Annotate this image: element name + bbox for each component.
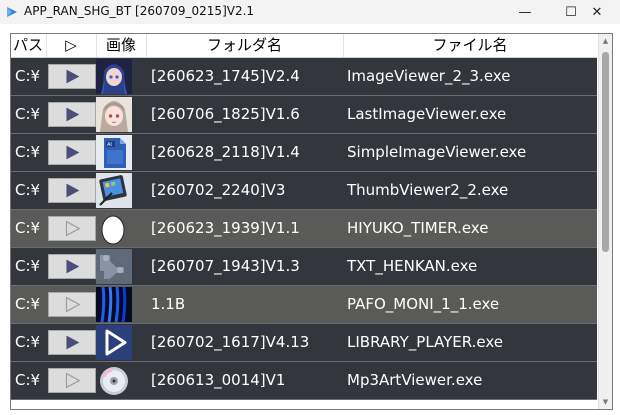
folder-name-cell: [260707_1943]V1.3 bbox=[151, 257, 300, 275]
scroll-down-arrow-icon[interactable]: ▼ bbox=[599, 395, 612, 409]
folder-name-cell: [260628_2118]V1.4 bbox=[151, 143, 300, 161]
column-header-play[interactable]: ▷ bbox=[46, 34, 97, 57]
table-row[interactable]: C:¥ [260702_2240]V3 ThumbViewer2_2.exe bbox=[11, 172, 597, 210]
path-cell: C:¥ bbox=[15, 219, 41, 237]
close-icon: ✕ bbox=[591, 4, 603, 20]
path-cell: C:¥ bbox=[15, 295, 41, 313]
play-button[interactable] bbox=[48, 178, 96, 203]
list-header: パス ▷ 画像 フォルダ名 ファイル名 bbox=[11, 34, 597, 58]
path-cell: C:¥ bbox=[15, 257, 41, 275]
scrollbar-thumb[interactable] bbox=[602, 52, 609, 252]
folder-name-cell: [260613_0014]V1 bbox=[151, 371, 286, 389]
table-row[interactable]: C:¥ [260706_1825]V1.6 LastImageViewer.exe bbox=[11, 96, 597, 134]
svg-text:AI: AI bbox=[107, 142, 112, 148]
anime-girl-blue-icon bbox=[96, 59, 132, 94]
file-name-cell: ImageViewer_2_3.exe bbox=[347, 67, 511, 85]
play-button[interactable] bbox=[48, 330, 96, 355]
folder-name-cell: [260623_1939]V1.1 bbox=[151, 219, 300, 237]
vertical-scrollbar[interactable]: ▲ ▼ bbox=[598, 34, 612, 409]
minimize-icon: — bbox=[518, 4, 532, 20]
play-button[interactable] bbox=[48, 216, 96, 241]
text-convert-icon bbox=[96, 249, 132, 284]
play-icon bbox=[65, 296, 81, 313]
file-name-cell: HIYUKO_TIMER.exe bbox=[347, 219, 489, 237]
app-list-view[interactable]: パス ▷ 画像 フォルダ名 ファイル名 C:¥ [260623_1745]V2.4… bbox=[10, 33, 613, 410]
play-icon bbox=[66, 183, 80, 198]
table-row[interactable]: C:¥ [260623_1745]V2.4 ImageViewer_2_3.exe bbox=[11, 58, 597, 96]
ai-document-icon: AI bbox=[96, 135, 132, 170]
path-cell: C:¥ bbox=[15, 143, 41, 161]
close-button[interactable]: ✕ bbox=[574, 0, 620, 24]
play-button[interactable] bbox=[48, 102, 96, 127]
blue-waves-icon bbox=[96, 287, 132, 322]
play-button[interactable] bbox=[48, 64, 96, 89]
path-cell: C:¥ bbox=[15, 371, 41, 389]
table-row[interactable]: C:¥ [260623_1939]V1.1 HIYUKO_TIMER.exe bbox=[11, 210, 597, 248]
path-cell: C:¥ bbox=[15, 333, 41, 351]
column-header-image[interactable]: 画像 bbox=[96, 34, 147, 57]
file-name-cell: LIBRARY_PLAYER.exe bbox=[347, 333, 504, 351]
window-title: APP_RAN_SHG_BT [260709_0215]V2.1 bbox=[24, 4, 255, 18]
egg-icon bbox=[96, 211, 132, 246]
path-cell: C:¥ bbox=[15, 67, 41, 85]
column-header-path[interactable]: パス bbox=[11, 34, 47, 57]
play-icon bbox=[66, 259, 80, 274]
play-icon bbox=[65, 220, 81, 237]
table-row[interactable]: C:¥ AI [260628_2118]V1.4 SimpleImageViewer.… bbox=[11, 134, 597, 172]
table-row[interactable]: C:¥ [260702_1617]V4.13 LIBRARY_PLAYER.exe bbox=[11, 324, 597, 362]
play-triangle-icon bbox=[96, 325, 132, 360]
column-header-file[interactable]: ファイル名 bbox=[343, 34, 597, 57]
folder-name-cell: [260702_2240]V3 bbox=[151, 181, 286, 199]
app-icon bbox=[7, 7, 17, 17]
play-button[interactable] bbox=[48, 368, 96, 393]
path-cell: C:¥ bbox=[15, 105, 41, 123]
title-bar: APP_RAN_SHG_BT [260709_0215]V2.1 — ☐ ✕ bbox=[0, 0, 620, 24]
anime-girl-gray-icon bbox=[96, 97, 132, 132]
path-cell: C:¥ bbox=[15, 181, 41, 199]
folder-name-cell: [260706_1825]V1.6 bbox=[151, 105, 300, 123]
folder-name-cell: 1.1B bbox=[151, 295, 186, 313]
tablet-pen-icon bbox=[96, 173, 132, 208]
file-name-cell: Mp3ArtViewer.exe bbox=[347, 371, 483, 389]
table-row[interactable]: C:¥ [260613_0014]V1 Mp3ArtViewer.exe bbox=[11, 362, 597, 400]
folder-name-cell: [260623_1745]V2.4 bbox=[151, 67, 300, 85]
cd-disc-icon bbox=[96, 363, 132, 398]
play-icon bbox=[66, 335, 80, 350]
file-name-cell: LastImageViewer.exe bbox=[347, 105, 507, 123]
play-button[interactable] bbox=[48, 292, 96, 317]
file-name-cell: PAFO_MONI_1_1.exe bbox=[347, 295, 500, 313]
table-row[interactable]: C:¥ [260707_1943]V1.3 TXT_HENKAN.exe bbox=[11, 248, 597, 286]
file-name-cell: SimpleImageViewer.exe bbox=[347, 143, 527, 161]
folder-name-cell: [260702_1617]V4.13 bbox=[151, 333, 310, 351]
play-icon bbox=[66, 145, 80, 160]
play-icon bbox=[66, 69, 80, 84]
file-name-cell: TXT_HENKAN.exe bbox=[347, 257, 478, 275]
table-row[interactable]: C:¥ 1.1B PAFO_MONI_1_1.exe bbox=[11, 286, 597, 324]
file-name-cell: ThumbViewer2_2.exe bbox=[347, 181, 509, 199]
play-button[interactable] bbox=[48, 254, 96, 279]
play-icon bbox=[65, 372, 81, 389]
minimize-button[interactable]: — bbox=[502, 0, 548, 24]
scroll-up-arrow-icon[interactable]: ▲ bbox=[599, 34, 612, 48]
column-header-folder[interactable]: フォルダ名 bbox=[146, 34, 344, 57]
play-icon bbox=[66, 107, 80, 122]
play-button[interactable] bbox=[48, 140, 96, 165]
